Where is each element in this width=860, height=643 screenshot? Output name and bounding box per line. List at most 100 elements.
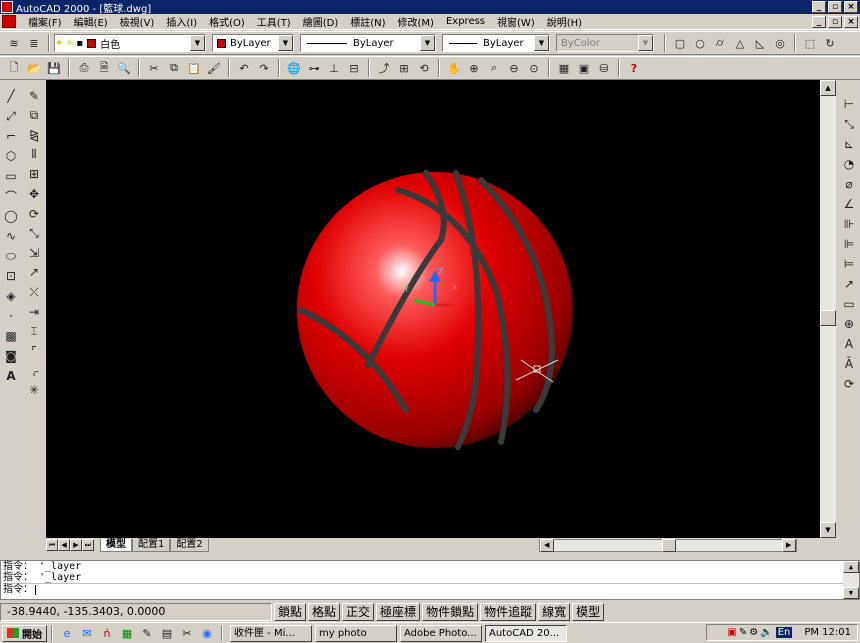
zoom-previous-icon[interactable]: ⊖ <box>505 59 523 77</box>
sphere-icon[interactable]: ○ <box>691 34 709 52</box>
app-launch-icon[interactable]: ▤ <box>158 624 176 642</box>
menu-view[interactable]: 檢視(V) <box>114 14 161 29</box>
grid-toggle[interactable]: 格點 <box>308 603 341 621</box>
revolve-icon[interactable]: ↻ <box>821 34 839 52</box>
menu-edit[interactable]: 編輯(E) <box>68 14 114 29</box>
tolerance-icon[interactable]: ▭ <box>840 295 858 313</box>
layer-previous-icon[interactable]: ≣ <box>25 34 43 52</box>
task-inbox[interactable]: 收件匣 - Mi... <box>230 624 312 642</box>
menu-window[interactable]: 視窗(W) <box>491 14 541 29</box>
app-launch-icon[interactable]: ◉ <box>198 624 216 642</box>
close-button[interactable]: × <box>844 1 858 13</box>
doc-minimize-button[interactable]: _ <box>812 16 826 28</box>
internet-explorer-icon[interactable]: e <box>58 624 76 642</box>
make-block-icon[interactable]: ◈ <box>2 287 20 305</box>
chevron-down-icon[interactable]: ▼ <box>278 35 293 51</box>
undo-icon[interactable]: ↶ <box>235 59 253 77</box>
menu-modify[interactable]: 修改(M) <box>392 14 440 29</box>
dimension-edit-icon[interactable]: A <box>840 335 858 353</box>
offset-icon[interactable]: ⫴ <box>25 146 43 164</box>
task-my-photo[interactable]: my photo <box>315 624 397 642</box>
vertical-scrollbar[interactable]: ▲ ▼ <box>820 80 836 538</box>
properties-icon[interactable]: ▦ <box>555 59 573 77</box>
osnap-toggle[interactable]: 物件鎖點 <box>422 603 479 621</box>
scroll-up-icon[interactable]: ▲ <box>843 561 859 573</box>
paste-icon[interactable]: 📋 <box>185 59 203 77</box>
zoom-window-icon[interactable]: ⌕ <box>485 59 503 77</box>
scroll-thumb[interactable] <box>820 310 836 326</box>
break-icon[interactable]: ⌶ <box>25 323 43 341</box>
cylinder-icon[interactable]: ⌭ <box>711 34 729 52</box>
command-scrollbar[interactable]: ▲ ▼ <box>843 561 859 599</box>
task-autocad[interactable]: AutoCAD 20... <box>485 624 567 642</box>
linear-dimension-icon[interactable]: ⊢ <box>840 95 858 113</box>
tab-layout2[interactable]: 配置2 <box>170 538 209 552</box>
center-mark-icon[interactable]: ⊕ <box>840 315 858 333</box>
hscroll-thumb[interactable] <box>661 538 676 552</box>
polygon-icon[interactable]: ⬡ <box>2 147 20 165</box>
tiled-viewports-icon[interactable]: ⊞ <box>395 59 413 77</box>
line-icon[interactable]: ╱ <box>2 87 20 105</box>
doc-close-button[interactable]: × <box>844 16 858 28</box>
layers-icon[interactable]: ≋ <box>5 34 23 52</box>
scroll-down-icon[interactable]: ▼ <box>820 522 836 538</box>
redo-icon[interactable]: ↷ <box>255 59 273 77</box>
app-launch-icon[interactable]: ✎ <box>138 624 156 642</box>
print-preview-icon[interactable]: 🗎 <box>95 59 113 77</box>
task-photoshop[interactable]: Adobe Photo... <box>400 624 482 642</box>
command-window[interactable]: 指令： '_layer 指令： '_layer 指令： ▲ ▼ <box>0 560 860 600</box>
last-tab-icon[interactable]: ⏭ <box>82 539 94 551</box>
radius-dimension-icon[interactable]: ◔ <box>840 155 858 173</box>
polar-toggle[interactable]: 極座標 <box>376 603 421 621</box>
object-snap-icon[interactable]: ⊶ <box>305 59 323 77</box>
new-file-icon[interactable]: 🗋 <box>5 59 23 77</box>
layer-dropdown[interactable]: ✦ ☼ ▪ 白色 ▼ <box>54 34 206 52</box>
maximize-button[interactable]: ▫ <box>828 1 842 13</box>
spline-icon[interactable]: ∿ <box>2 227 20 245</box>
menu-format[interactable]: 格式(O) <box>203 14 251 29</box>
print-icon[interactable]: ⎙ <box>75 59 93 77</box>
menu-insert[interactable]: 插入(I) <box>160 14 203 29</box>
text-icon[interactable]: A <box>2 367 20 385</box>
menu-express[interactable]: Express <box>440 16 491 27</box>
move-icon[interactable]: ✥ <box>25 185 43 203</box>
linetype-dropdown[interactable]: ByLayer ▼ <box>300 34 436 52</box>
tray-icon[interactable]: ⚙ <box>749 627 758 638</box>
copy-icon[interactable]: ⧉ <box>165 59 183 77</box>
scroll-up-icon[interactable]: ▲ <box>820 80 836 96</box>
quick-dimension-icon[interactable]: ⊪ <box>840 215 858 233</box>
explode-icon[interactable]: ✳ <box>25 381 43 399</box>
model-toggle[interactable]: 模型 <box>572 603 605 621</box>
otrack-toggle[interactable]: 物件追蹤 <box>480 603 537 621</box>
stretch-icon[interactable]: ⇲ <box>25 244 43 262</box>
lineweight-dropdown[interactable]: ByLayer ▼ <box>442 34 550 52</box>
menu-tools[interactable]: 工具(T) <box>251 14 297 29</box>
open-folder-icon[interactable]: 📂 <box>25 59 43 77</box>
cone-icon[interactable]: △ <box>731 34 749 52</box>
point-icon[interactable]: · <box>2 307 20 325</box>
clock[interactable]: PM 12:01 <box>804 627 851 638</box>
chevron-down-icon[interactable]: ▼ <box>420 35 435 51</box>
named-views-icon[interactable]: ⤴ <box>375 59 393 77</box>
erase-icon[interactable]: ✎ <box>25 87 43 105</box>
doc-restore-button[interactable]: ▫ <box>828 16 842 28</box>
match-properties-icon[interactable]: 🖌 <box>205 59 223 77</box>
find-icon[interactable]: 🔍 <box>115 59 133 77</box>
horizontal-scrollbar[interactable]: ◀ ▶ <box>538 538 797 552</box>
ordinate-dimension-icon[interactable]: ⊾ <box>840 135 858 153</box>
ortho-toggle[interactable]: 正交 <box>342 603 375 621</box>
start-button[interactable]: 開始 <box>2 624 47 642</box>
insert-block-icon[interactable]: ⊡ <box>2 267 20 285</box>
snap-toggle[interactable]: 鎖點 <box>274 603 307 621</box>
database-icon[interactable]: ⛁ <box>595 59 613 77</box>
polyline-icon[interactable]: ⌐ <box>2 127 20 145</box>
array-icon[interactable]: ⊞ <box>25 166 43 184</box>
trim-icon[interactable]: ⤫ <box>25 283 43 301</box>
torus-icon[interactable]: ◎ <box>771 34 789 52</box>
circle-icon[interactable]: ◯ <box>2 207 20 225</box>
app-launch-icon[interactable]: ✂ <box>178 624 196 642</box>
fillet-icon[interactable]: ⌌ <box>25 362 43 380</box>
document-icon[interactable] <box>2 15 16 28</box>
chevron-down-icon[interactable]: ▼ <box>534 35 549 51</box>
tray-icon[interactable]: ▣ <box>727 627 736 638</box>
